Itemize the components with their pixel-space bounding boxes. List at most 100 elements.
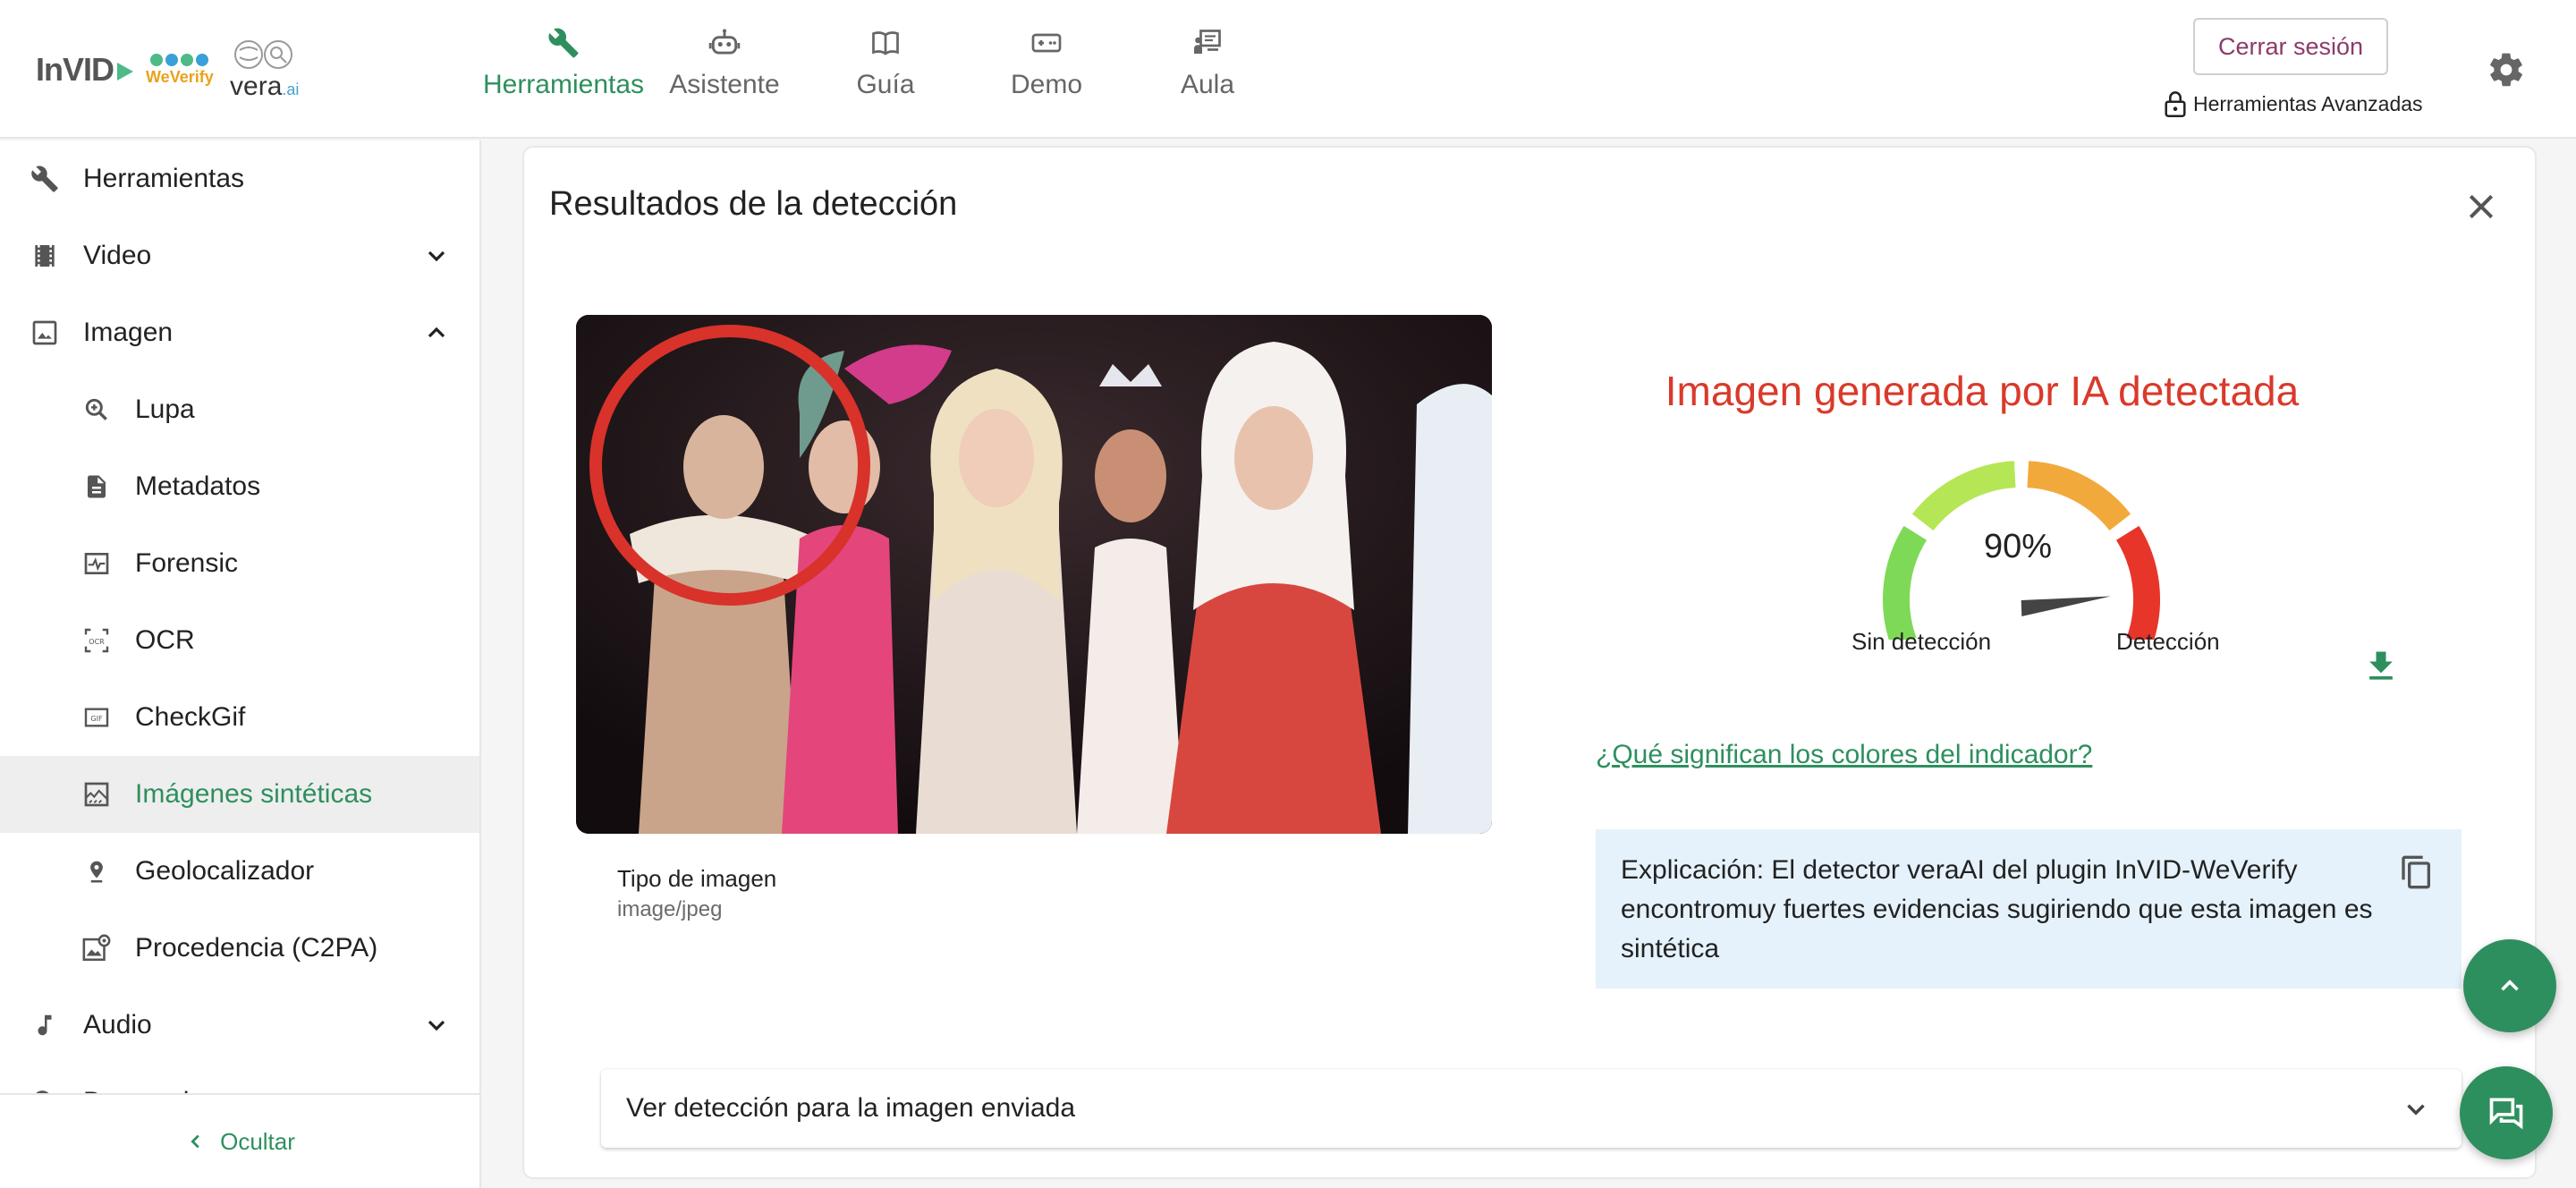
sidebar-item-ocr[interactable]: OCR OCR (0, 602, 479, 679)
logout-button[interactable]: Cerrar sesión (2193, 18, 2388, 75)
nav-aula[interactable]: Aula (1127, 25, 1288, 100)
chevron-down-icon (2407, 1104, 2425, 1116)
advanced-tools-link[interactable]: Herramientas Avanzadas (2163, 89, 2423, 118)
scroll-to-top-button[interactable] (2463, 939, 2556, 1032)
sidebar-item-forensic[interactable]: Forensic (0, 525, 479, 602)
chat-button[interactable] (2460, 1066, 2553, 1159)
gauge-segment-high (2115, 525, 2161, 640)
sidebar-item-label: Lupa (135, 395, 195, 424)
sidebar: Herramientas Video Imagen Lupa Metadatos… (0, 140, 481, 1188)
sidebar-item-audio[interactable]: Audio (0, 987, 479, 1064)
chat-icon (2489, 1098, 2523, 1130)
gauge-left-label: Sin detección (1852, 628, 1992, 655)
sidebar-item-video[interactable]: Video (0, 217, 479, 294)
location-pin-icon (80, 855, 113, 887)
analyzed-image (576, 315, 1492, 834)
sidebar-item-label: Geolocalizador (135, 856, 315, 886)
explanation-text: Explicación: El detector veraAI del plug… (1621, 855, 2373, 963)
invid-logo: InVID (36, 51, 134, 89)
image-type-label: Tipo de imagen (617, 865, 777, 892)
nav-label: Guía (856, 70, 915, 99)
nav-label: Demo (1010, 70, 1083, 99)
chevron-up-icon (2501, 980, 2519, 991)
download-icon[interactable] (2361, 647, 2401, 686)
photo-illustration (576, 315, 1492, 834)
gear-icon[interactable] (2487, 50, 2526, 89)
provenance-icon (80, 932, 113, 964)
sidebar-item-imagen[interactable]: Imagen (0, 294, 479, 371)
explanation-box: Explicación: El detector veraAI del plug… (1596, 829, 2462, 989)
advanced-tools-label: Herramientas Avanzadas (2193, 91, 2423, 115)
vera-logo-text: vera (230, 72, 283, 101)
nav-label: Aula (1180, 70, 1235, 99)
film-icon (29, 240, 61, 272)
vera-logo-suffix: .ai (282, 81, 300, 98)
main-nav: Herramientas Asistente Guía Demo Aula (483, 25, 1288, 100)
document-icon (80, 471, 113, 503)
wrench-icon (29, 163, 61, 195)
indicator-colors-link[interactable]: ¿Qué significan los colores del indicado… (1596, 740, 2092, 770)
sidebar-item-geolocalizador[interactable]: Geolocalizador (0, 833, 479, 910)
sidebar-item-procedencia[interactable]: Procedencia (C2PA) (0, 910, 479, 987)
sidebar-item-label: Audio (83, 1010, 152, 1040)
copy-icon[interactable] (2399, 853, 2435, 892)
sidebar-item-label: Herramientas (83, 164, 245, 193)
gauge-segment-medium-low (1911, 461, 2016, 531)
sidebar-item-herramientas[interactable]: Herramientas (0, 140, 479, 217)
gif-icon: GIF (80, 701, 113, 734)
sidebar-item-label: CheckGif (135, 702, 246, 732)
sidebar-hide-button[interactable]: Ocultar (0, 1093, 479, 1188)
weverify-dots-icon (150, 53, 209, 66)
image-type-value: image/jpeg (617, 897, 723, 921)
play-icon (117, 63, 134, 81)
nav-herramientas[interactable]: Herramientas (483, 25, 644, 100)
sidebar-item-label: OCR (135, 625, 195, 655)
forensic-icon (80, 547, 113, 580)
wrench-icon (546, 25, 581, 61)
gauge-segment-medium-high (2027, 461, 2131, 531)
result-title: Imagen generada por IA detectada (1665, 368, 2300, 414)
sidebar-item-lupa[interactable]: Lupa (0, 371, 479, 448)
chevron-down-icon (428, 1020, 445, 1031)
close-icon[interactable] (2463, 189, 2499, 225)
vera-logo: vera.ai (226, 38, 303, 102)
nav-label: Asistente (669, 70, 780, 99)
chevron-left-icon (191, 1134, 199, 1149)
nav-label: Herramientas (482, 70, 645, 99)
svg-text:GIF: GIF (90, 715, 103, 723)
sidebar-item-label: Imágenes sintéticas (135, 779, 373, 809)
nav-demo[interactable]: Demo (966, 25, 1127, 100)
music-note-icon (29, 1009, 61, 1041)
sidebar-item-label: Metadatos (135, 471, 261, 501)
gauge-right-label: Detección (2116, 628, 2220, 655)
sidebar-item-label: Imagen (83, 318, 174, 347)
gauge-value: 90% (1983, 528, 2053, 565)
hide-label: Ocultar (220, 1127, 295, 1155)
chevron-up-icon (428, 327, 445, 338)
card-title: Resultados de la detección (549, 185, 958, 223)
gamepad-icon (1029, 25, 1064, 61)
gauge-segment-low (1882, 525, 1928, 640)
nav-asistente[interactable]: Asistente (644, 25, 805, 100)
nav-guia[interactable]: Guía (805, 25, 966, 100)
detection-results-card: Resultados de la detección Tipo de image… (522, 146, 2537, 1179)
chevron-down-icon (428, 250, 445, 262)
ocr-icon: OCR (80, 624, 113, 657)
magnifier-icon (80, 394, 113, 426)
gauge-needle (2021, 596, 2111, 616)
sidebar-item-label: Video (83, 241, 152, 270)
brand-logos: InVID WeVerify vera.ai (36, 36, 303, 104)
sidebar-item-label: Procedencia (C2PA) (135, 933, 378, 963)
vera-brain-icon (233, 40, 292, 69)
sidebar-item-imagenes-sinteticas[interactable]: Imágenes sintéticas (0, 756, 479, 833)
accordion-label: Ver detección para la imagen enviada (626, 1093, 1076, 1123)
sidebar-item-metadatos[interactable]: Metadatos (0, 448, 479, 525)
submitted-image-detection-accordion[interactable]: Ver detección para la imagen enviada (601, 1069, 2462, 1148)
book-icon (868, 25, 903, 61)
lock-icon (2165, 91, 2186, 117)
image-icon (29, 317, 61, 349)
synthetic-icon (80, 778, 113, 810)
sidebar-item-checkgif[interactable]: GIF CheckGif (0, 679, 479, 756)
invid-logo-text: InVID (36, 51, 114, 88)
sidebar-item-label: Forensic (135, 548, 239, 578)
